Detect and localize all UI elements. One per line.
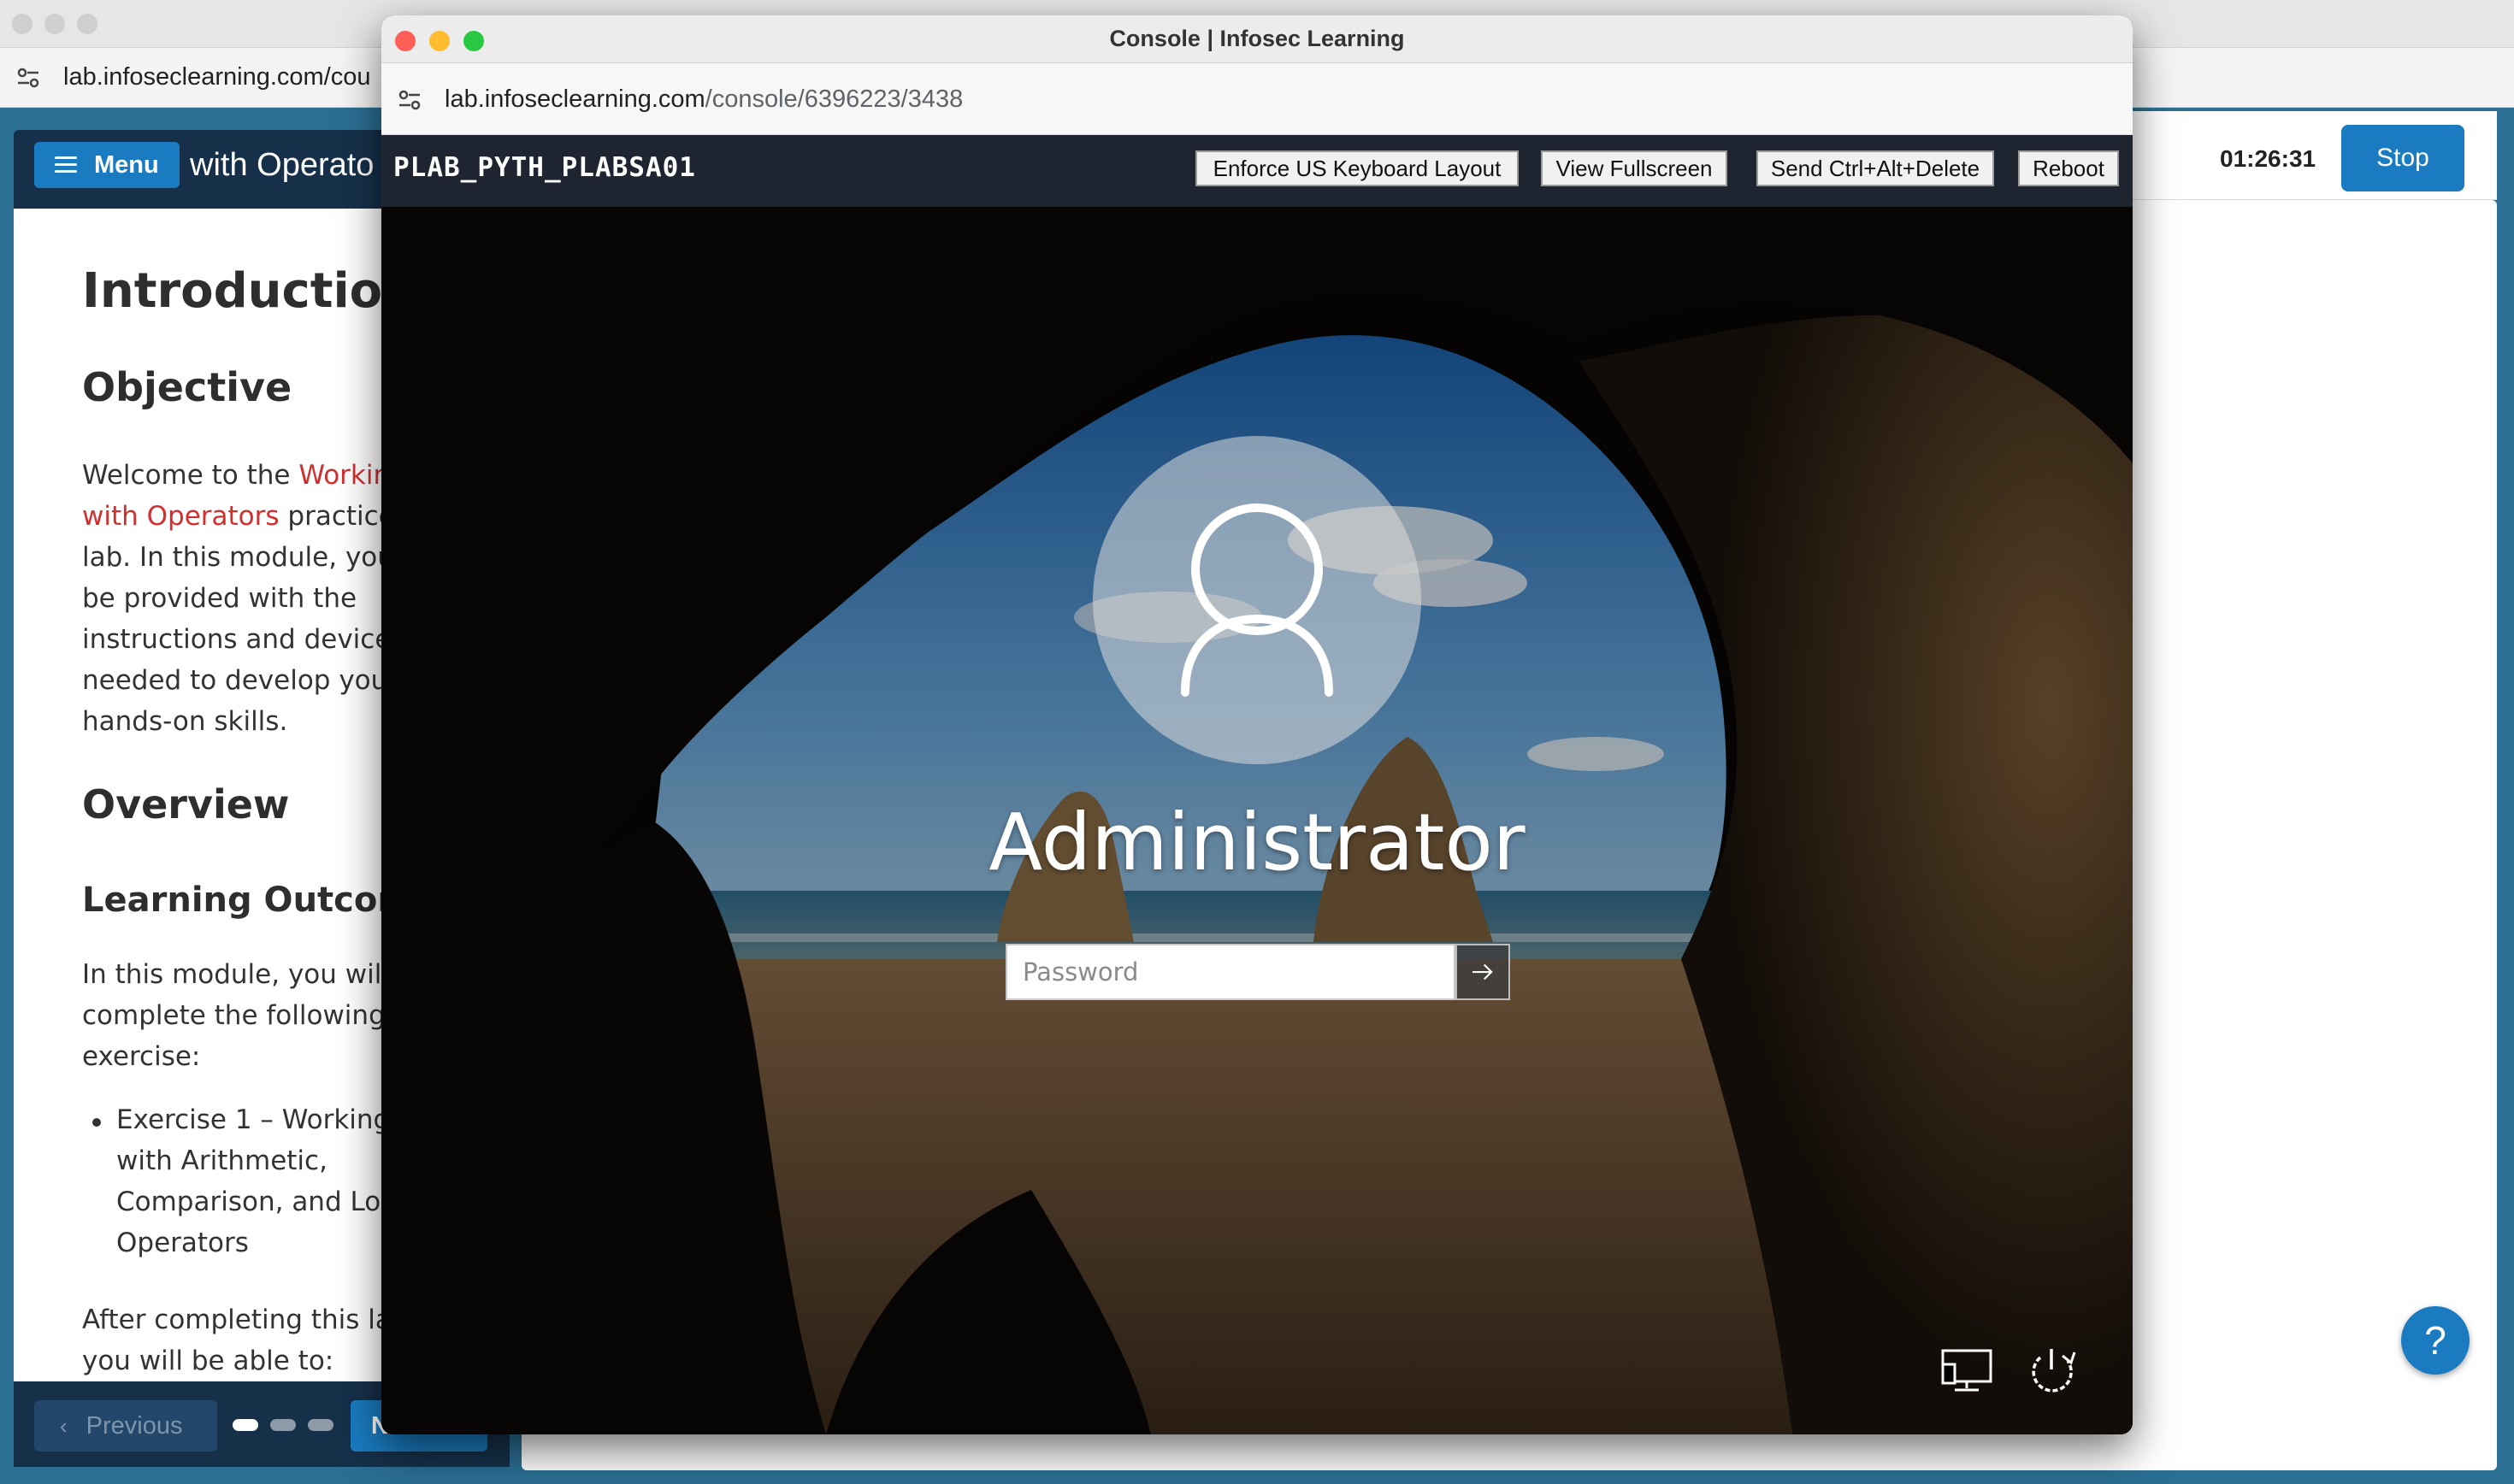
network-icon[interactable] [1939, 1346, 1994, 1395]
console-window[interactable]: Console | Infosec Learning lab.infosecle… [381, 15, 2133, 1434]
after-line: After completing this la [82, 1304, 381, 1335]
objective-line: lab. In this module, you [82, 542, 381, 573]
menu-label: Menu [94, 150, 159, 179]
user-icon [1181, 504, 1333, 697]
module-paragraph: In this module, you will complete the fo… [82, 954, 381, 1077]
console-titlebar[interactable]: Console | Infosec Learning [381, 15, 2133, 63]
exercise-line: Exercise 1 – Working [116, 1104, 381, 1135]
previous-label: Previous [86, 1411, 183, 1440]
url-host: lab.infoseclearning.com [445, 85, 705, 113]
reboot-button[interactable]: Reboot [2018, 150, 2119, 186]
zoom-window-button[interactable] [77, 14, 97, 34]
site-settings-icon[interactable] [15, 65, 41, 91]
after-line: you will be able to: [82, 1346, 334, 1376]
power-icon[interactable] [2023, 1344, 2080, 1397]
question-icon: ? [2424, 1318, 2446, 1363]
submit-password-button[interactable] [1455, 944, 1510, 1000]
password-input[interactable] [1006, 944, 1455, 1000]
user-avatar [1093, 436, 1421, 764]
page-dot[interactable] [308, 1419, 333, 1431]
console-address-bar[interactable]: lab.infoseclearning.com/console/6396223/… [381, 63, 2133, 135]
exercise-line: Comparison, and Log [116, 1187, 381, 1217]
exercise-line: with Arithmetic, [116, 1145, 328, 1176]
after-paragraph: After completing this la you will be abl… [82, 1299, 381, 1381]
help-button[interactable]: ? [2401, 1306, 2470, 1375]
view-fullscreen-button[interactable]: View Fullscreen [1541, 150, 1727, 186]
objective-line: be provided with the [82, 583, 357, 614]
background-url-text[interactable]: lab.infoseclearning.com/cou [63, 63, 380, 91]
chevron-left-icon: ‹ [60, 1412, 68, 1439]
objective-heading: Objective [82, 364, 292, 410]
objective-line: with Operators practice [82, 501, 381, 532]
remote-desktop-screen[interactable]: Administrator [381, 207, 2133, 1434]
module-line: In this module, you will [82, 959, 381, 990]
machine-name: PLAB_PYTH_PLABSA01 [393, 152, 696, 183]
page-dot-active[interactable] [233, 1419, 258, 1431]
minimize-window-button[interactable] [44, 14, 65, 34]
objective-line: Welcome to the Workin [82, 455, 381, 496]
menu-button[interactable]: Menu [34, 142, 180, 188]
stop-button[interactable]: Stop [2341, 125, 2464, 191]
close-window-button[interactable] [12, 14, 32, 34]
console-window-title: Console | Infosec Learning [1109, 26, 1405, 51]
module-line: complete the following [82, 1000, 381, 1031]
page-title: Introduction [82, 263, 381, 319]
objective-line: needed to develop your [82, 665, 381, 696]
console-url-text[interactable]: lab.infoseclearning.com/console/6396223/… [445, 85, 963, 114]
page-dot[interactable] [270, 1419, 296, 1431]
overview-heading: Overview [82, 781, 290, 827]
objective-paragraph: Welcome to the Workin with Operators pra… [82, 455, 381, 742]
send-ctrl-alt-delete-button[interactable]: Send Ctrl+Alt+Delete [1756, 150, 1994, 186]
bullet-icon [92, 1118, 101, 1127]
site-settings-icon[interactable] [397, 87, 422, 113]
objective-line: instructions and device [82, 624, 381, 655]
lab-title: with Operato [190, 147, 375, 183]
lab-name-link[interactable]: Workin [298, 460, 381, 491]
console-toolbar: PLAB_PYTH_PLABSA01 Enforce US Keyboard L… [381, 135, 2133, 207]
instructions-panel[interactable]: Introduction Objective Welcome to the Wo… [14, 209, 381, 1381]
arrow-right-icon [1472, 963, 1493, 980]
exercise-list-item: Exercise 1 – Working with Arithmetic, Co… [116, 1099, 381, 1263]
module-line: exercise: [82, 1041, 201, 1072]
url-path: /console/6396223/3438 [705, 85, 964, 113]
hamburger-icon [55, 156, 77, 174]
enforce-keyboard-layout-button[interactable]: Enforce US Keyboard Layout [1195, 150, 1519, 186]
previous-button[interactable]: ‹ Previous [34, 1400, 217, 1452]
objective-line: hands-on skills. [82, 706, 288, 737]
lab-name-link[interactable]: with Operators [82, 501, 280, 532]
learning-outcomes-heading: Learning Outcom [82, 880, 381, 920]
exercise-line: Operators [116, 1228, 249, 1258]
login-username: Administrator [988, 797, 1526, 888]
lab-timer: 01:26:31 [2220, 145, 2316, 172]
